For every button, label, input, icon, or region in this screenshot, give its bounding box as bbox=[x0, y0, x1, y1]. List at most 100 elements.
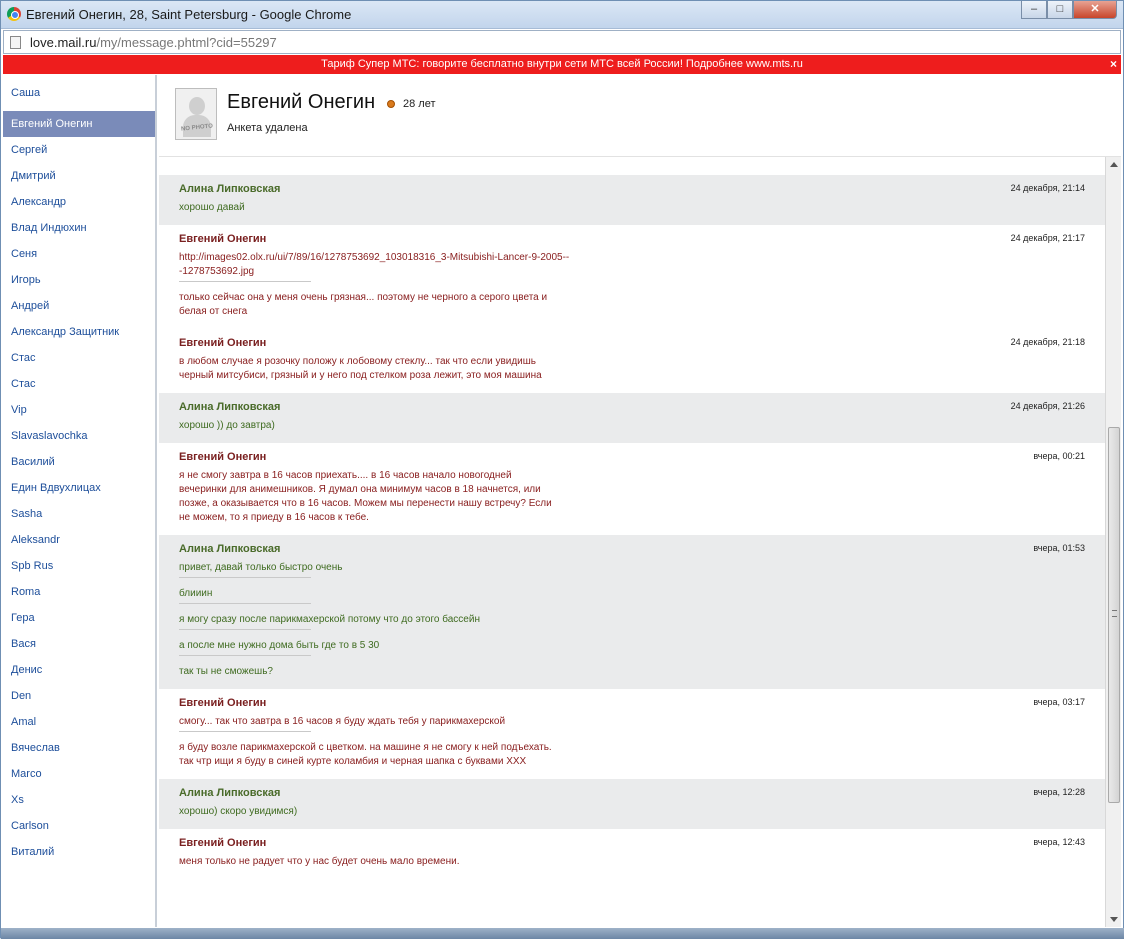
message-separator bbox=[179, 629, 311, 630]
sidebar-contact[interactable]: Amal bbox=[3, 709, 155, 735]
message-time: 24 декабря, 21:18 bbox=[1010, 337, 1085, 347]
message-text: смогу... так что завтра в 16 часов я буд… bbox=[179, 716, 506, 727]
message-text: я могу сразу после парикмахерской потому… bbox=[179, 614, 480, 625]
sidebar-contact[interactable]: Евгений Онегин bbox=[3, 111, 155, 137]
message-text: хорошо давай bbox=[179, 202, 245, 213]
sidebar-contact[interactable]: Sasha bbox=[3, 501, 155, 527]
message-time: вчера, 00:21 bbox=[1033, 451, 1085, 461]
page-icon bbox=[10, 36, 21, 49]
sidebar-contact[interactable]: Slavaslavochka bbox=[3, 423, 155, 449]
message-item: Алина Липковская вчера, 12:28 хорошо) скор… bbox=[159, 779, 1105, 829]
message-author[interactable]: Евгений Онегин bbox=[179, 233, 1085, 245]
scroll-down-arrow-icon[interactable] bbox=[1110, 917, 1118, 922]
sidebar-contact[interactable]: Александр Защитник bbox=[3, 319, 155, 345]
message-text: хорошо )) до завтра) bbox=[179, 420, 275, 431]
message-item: Евгений Онегин 24 декабря, 21:17 http://im… bbox=[159, 225, 1105, 329]
sidebar-contact[interactable]: Андрей bbox=[3, 293, 155, 319]
message-author[interactable]: Евгений Онегин bbox=[179, 337, 1085, 349]
sidebar-contact[interactable]: Дмитрий bbox=[3, 163, 155, 189]
sidebar-contact[interactable]: Гера bbox=[3, 605, 155, 631]
sidebar-contact[interactable]: Стас bbox=[3, 371, 155, 397]
sidebar-contact[interactable]: Стас bbox=[3, 345, 155, 371]
scrollbar-thumb[interactable] bbox=[1108, 427, 1120, 803]
message-author[interactable]: Евгений Онегин bbox=[179, 451, 1085, 463]
message-time: вчера, 12:43 bbox=[1033, 837, 1085, 847]
message-time: 24 декабря, 21:17 bbox=[1010, 233, 1085, 243]
message-text: http://images02.olx.ru/ui/7/89/16/127875… bbox=[179, 252, 570, 263]
url-text[interactable]: love.mail.ru/my/message.phtml?cid=55297 bbox=[30, 35, 277, 50]
message-text: белая от снега bbox=[179, 306, 248, 317]
message-text: так чтр ищи я буду в синей курте коламби… bbox=[179, 756, 527, 767]
promo-banner[interactable]: Тариф Супер МТС: говорите бесплатно внут… bbox=[3, 55, 1121, 74]
scrollbar-grip-icon bbox=[1112, 610, 1117, 617]
sidebar-contact[interactable]: Marco bbox=[3, 761, 155, 787]
scroll-up-arrow-icon[interactable] bbox=[1110, 162, 1118, 167]
message-text: так ты не сможешь? bbox=[179, 666, 273, 677]
close-button[interactable]: ✕ bbox=[1073, 1, 1117, 19]
sidebar-contact[interactable]: Василий bbox=[3, 449, 155, 475]
message-text: позже, а оказывается что в 16 часов. Мож… bbox=[179, 498, 552, 509]
message-author[interactable]: Алина Липковская bbox=[179, 401, 1085, 413]
sidebar-contact[interactable]: Xs bbox=[3, 787, 155, 813]
message-author[interactable]: Евгений Онегин bbox=[179, 697, 1085, 709]
promo-text[interactable]: Тариф Супер МТС: говорите бесплатно внут… bbox=[321, 58, 803, 70]
minimize-button[interactable]: – bbox=[1021, 1, 1047, 19]
sidebar-contact[interactable]: Вячеслав bbox=[3, 735, 155, 761]
chrome-logo-icon bbox=[7, 7, 21, 21]
sidebar-contact[interactable]: Влад Индюхин bbox=[3, 215, 155, 241]
message-separator bbox=[179, 281, 311, 282]
message-text: а после мне нужно дома быть где то в 5 3… bbox=[179, 640, 380, 651]
message-item: Евгений Онегин вчера, 12:43 меня только не… bbox=[159, 829, 1105, 879]
message-separator bbox=[179, 655, 311, 656]
address-bar[interactable]: love.mail.ru/my/message.phtml?cid=55297 bbox=[3, 30, 1121, 54]
avatar[interactable]: NO PHOTO bbox=[175, 88, 217, 140]
message-item: Евгений Онегин 24 декабря, 21:18 в любом с… bbox=[159, 329, 1105, 393]
message-text: только сейчас она у меня очень грязная..… bbox=[179, 292, 548, 303]
sidebar-contact[interactable]: Сергей bbox=[3, 137, 155, 163]
taskbar-edge bbox=[1, 928, 1124, 939]
sidebar-contact[interactable]: Vip bbox=[3, 397, 155, 423]
message-author[interactable]: Алина Липковская bbox=[179, 543, 1085, 555]
message-author[interactable]: Алина Липковская bbox=[179, 787, 1085, 799]
sidebar-contact[interactable]: Вася bbox=[3, 631, 155, 657]
message-item: Алина Липковская 24 декабря, 21:26 хорошо … bbox=[159, 393, 1105, 443]
message-text: в любом случае я розочку положу к лобово… bbox=[179, 356, 536, 367]
message-text: хорошо) скоро увидимся) bbox=[179, 806, 298, 817]
sidebar-contact[interactable]: Александр bbox=[3, 189, 155, 215]
message-time: вчера, 01:53 bbox=[1033, 543, 1085, 553]
message-text: не можем, то я приеду в 16 часов к тебе. bbox=[179, 512, 369, 523]
url-host: love.mail.ru bbox=[30, 35, 97, 50]
sidebar-contact[interactable]: Roma bbox=[3, 579, 155, 605]
profile-name[interactable]: Евгений Онегин bbox=[227, 91, 375, 114]
message-item: Алина Липковская вчера, 01:53 привет, дава… bbox=[159, 535, 1105, 689]
sidebar-contact[interactable]: Spb Rus bbox=[3, 553, 155, 579]
window-title: Евгений Онегин, 28, Saint Petersburg - G… bbox=[26, 7, 352, 22]
url-path: /my/message.phtml?cid=55297 bbox=[96, 35, 277, 50]
sidebar-contact[interactable]: Виталий bbox=[3, 839, 155, 865]
message-text: вечеринки для анимешников. Я думал она м… bbox=[179, 484, 541, 495]
sidebar-contact[interactable]: Aleksandr bbox=[3, 527, 155, 553]
message-author[interactable]: Евгений Онегин bbox=[179, 837, 1085, 849]
sidebar-contact[interactable]: Сеня bbox=[3, 241, 155, 267]
online-status-icon bbox=[387, 100, 395, 108]
sidebar-contact[interactable]: Един Вдвухлицах bbox=[3, 475, 155, 501]
sidebar-contact[interactable]: Carlson bbox=[3, 813, 155, 839]
profile-age: 28 лет bbox=[403, 98, 436, 110]
sidebar-contact[interactable]: Игорь bbox=[3, 267, 155, 293]
sidebar-contact[interactable]: Den bbox=[3, 683, 155, 709]
message-time: 24 декабря, 21:14 bbox=[1010, 183, 1085, 193]
promo-close-icon[interactable]: × bbox=[1110, 55, 1117, 74]
message-item: Евгений Онегин вчера, 03:17 смогу... так ч… bbox=[159, 689, 1105, 779]
sidebar-contact[interactable]: Саша bbox=[3, 75, 155, 107]
message-author[interactable]: Алина Липковская bbox=[179, 183, 1085, 195]
message-separator bbox=[179, 731, 311, 732]
profile-status: Анкета удалена bbox=[227, 122, 308, 134]
sidebar-contact[interactable]: Денис bbox=[3, 657, 155, 683]
message-text: я не смогу завтра в 16 часов приехать...… bbox=[179, 470, 512, 481]
scrollbar[interactable] bbox=[1105, 157, 1121, 927]
message-thread: Алина Липковская 24 декабря, 21:14 хорошо … bbox=[159, 157, 1105, 927]
profile-header: NO PHOTO Евгений Онегин 28 лет Анкета уд… bbox=[159, 75, 1121, 157]
contacts-sidebar: Саша Евгений Онегин Сергей Дмитрий Александр… bbox=[3, 75, 157, 927]
message-separator bbox=[179, 603, 311, 604]
maximize-button[interactable]: □ bbox=[1047, 1, 1073, 19]
